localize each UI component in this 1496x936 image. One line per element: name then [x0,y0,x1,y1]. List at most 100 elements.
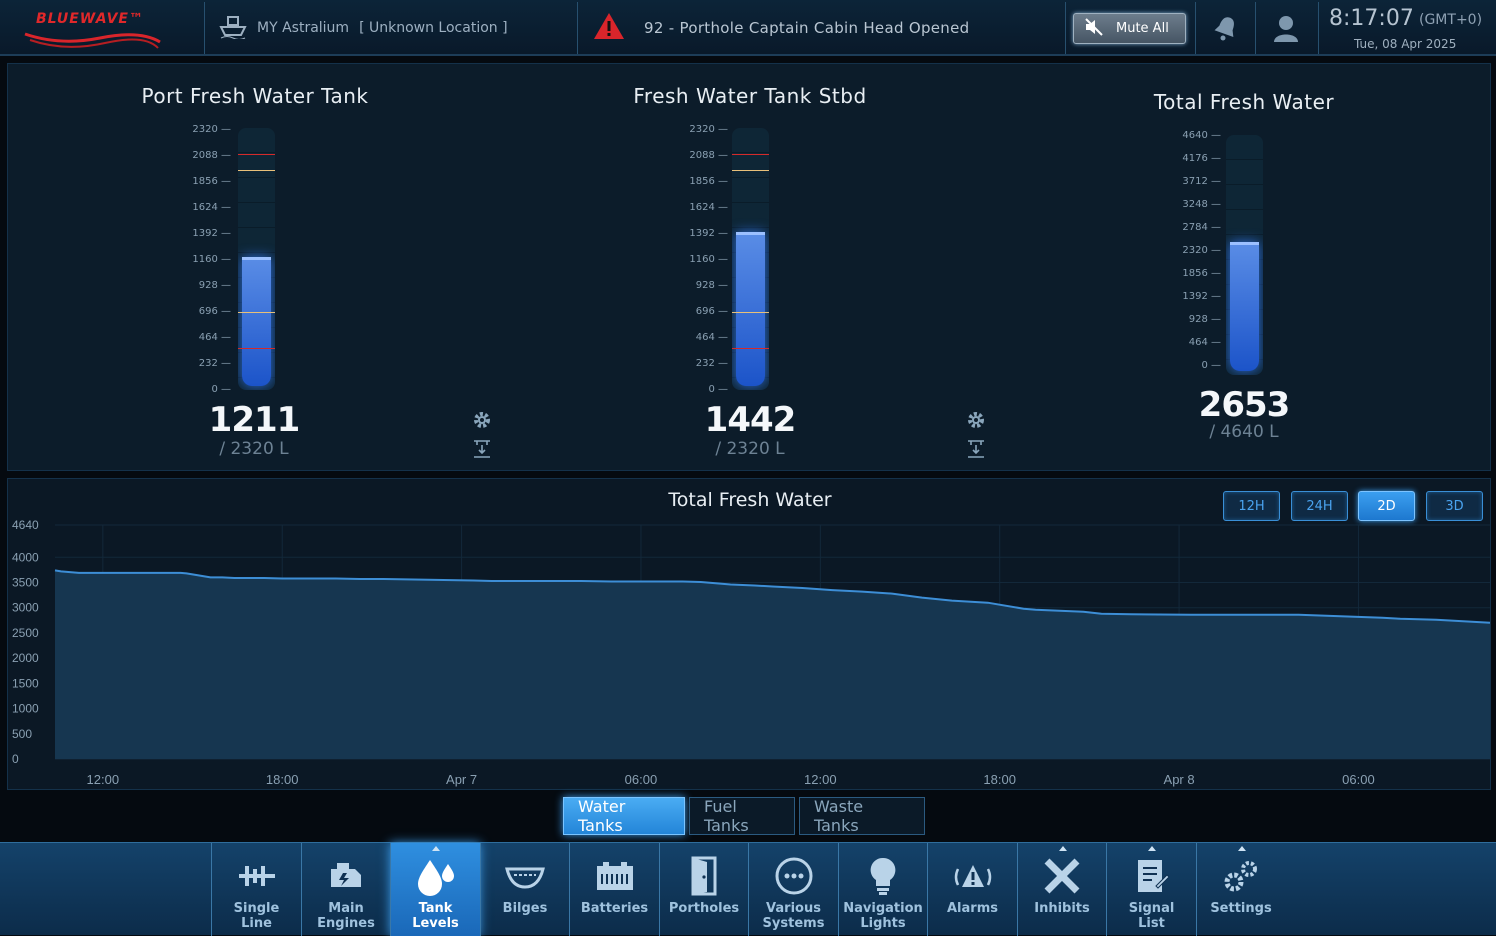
calibrate-icon[interactable] [471,439,493,459]
low-warning-line [238,312,275,313]
vessel-name: MY Astralium [257,20,350,36]
dots-icon [774,855,814,897]
x-tick-label: 12:00 [804,772,837,787]
y-tick-label: 3500 [12,575,39,589]
tank-gauge [1226,135,1263,375]
area-fill [55,570,1490,759]
clock: 8:17:07 (GMT+0) Tue, 08 Apr 2025 [1318,2,1496,54]
tank-capacity: / 2320 L [219,439,289,459]
tank-capacity: / 4640 L [1209,422,1279,442]
tab-waste-tanks[interactable]: Waste Tanks [799,797,925,835]
history-chart-panel: 4640 4000 3500 3000 2500 2000 1500 1000 500 0 12:0… [7,478,1491,790]
nav-label-line1: Navigation [843,901,923,916]
speaker-muted-icon [1084,17,1104,40]
x-tick-label: 18:00 [266,772,299,787]
nav-label-line2: List [1138,916,1165,931]
range-button-2d[interactable]: 2D [1358,491,1415,521]
tank-scale: 2320208818561624139211609286964642320 [191,125,231,395]
x-tick-label: 06:00 [625,772,658,787]
mute-all-label: Mute All [1116,21,1169,36]
scale-tick-label: 232 [696,359,728,369]
calibrate-icon[interactable] [965,439,987,459]
alarm-text: 92 - Porthole Captain Cabin Head Opened [644,19,970,37]
nav-item-various-systems[interactable]: Various Systems [748,843,838,936]
alarm-bell-button[interactable] [1195,2,1255,54]
mute-all-button[interactable]: Mute All [1073,13,1186,44]
scale-tick-label: 1160 [192,255,231,265]
nav-item-alarms[interactable]: Alarms [927,843,1017,936]
tank-title: Total Fresh Water [1153,90,1335,114]
scale-tick-label: 2320 [689,125,728,135]
logo: BLUEWAVE™ [0,2,205,54]
y-tick-label: 500 [12,727,32,741]
tank-fill [736,232,765,386]
active-alarm[interactable]: 92 - Porthole Captain Cabin Head Opened [578,2,1066,54]
range-button-12h[interactable]: 12H [1223,491,1280,521]
tank-fill [242,257,271,386]
nav-item-tank-levels[interactable]: Tank Levels [390,843,480,936]
nav-item-single-line[interactable]: Single Line [211,843,301,936]
tab-fuel-tanks[interactable]: Fuel Tanks [689,797,795,835]
scale-tick-label: 1856 [192,177,231,187]
nav-item-navigation-lights[interactable]: Navigation Lights [837,843,928,936]
scale-tick-label: 928 [696,281,728,291]
nav-item-portholes[interactable]: Portholes [658,843,749,936]
vessel-info[interactable]: MY Astralium [ Unknown Location ] [205,2,578,54]
gear-icon[interactable] [965,409,987,431]
tank-gauges-panel: Port Fresh Water Tank 232020881856162413… [7,63,1491,471]
clock-date: Tue, 08 Apr 2025 [1354,37,1457,51]
user-button[interactable] [1255,2,1315,54]
warning-icon [592,11,626,45]
tank-scale: 464041763712324827842320185613929284640 [1181,131,1221,371]
nav-item-label: Settings [1210,901,1271,916]
nav-item-main-engines[interactable]: Main Engines [300,843,391,936]
low-alarm-line [238,348,275,349]
x-tick-label: Apr 7 [446,772,477,787]
tab-water-tanks[interactable]: Water Tanks [563,797,685,835]
nav-label-line1: Main [328,901,364,916]
submenu-caret-icon [1148,846,1156,851]
high-warning-line [732,170,769,171]
nav-item-bilges[interactable]: Bilges [479,843,570,936]
low-alarm-line [732,348,769,349]
nav-label-line2: Systems [762,916,825,931]
high-warning-line [238,170,275,171]
nav-label-line2: Line [241,916,272,931]
nav-item-batteries[interactable]: Batteries [569,843,659,936]
nav-label-line1: Bilges [502,901,548,916]
nav-item-label: Portholes [669,901,739,916]
top-bar: BLUEWAVE™ MY Astralium [ Unknown Locatio… [0,0,1496,56]
ship-icon [219,13,247,43]
signal-list-icon [1134,855,1170,897]
gear-icon[interactable] [471,409,493,431]
scale-tick-label: 0 [1201,361,1221,371]
tank-gauge [238,128,275,390]
scale-tick-label: 2320 [1182,246,1221,256]
scale-tick-label: 4640 [1182,131,1221,141]
y-tick-label: 0 [12,752,19,766]
range-button-3d[interactable]: 3D [1426,491,1483,521]
y-tick-label: 1500 [12,676,39,690]
y-tick-label: 4640 [12,518,39,532]
range-button-24h[interactable]: 24H [1291,491,1348,521]
nav-label-line1: Various [766,901,821,916]
user-icon [1273,16,1298,42]
bottom-navigation: Single Line Main Engines Tank Levels Bilges Bat… [0,842,1496,936]
tank-level-value: 1442 [704,400,797,440]
nav-item-signal-list[interactable]: Signal List [1106,843,1196,936]
y-tick-label: 1000 [12,702,39,716]
nav-item-inhibits[interactable]: Inhibits [1016,843,1107,936]
nav-item-settings[interactable]: Settings [1195,843,1286,936]
battery-icon [595,855,635,897]
y-tick-label: 4000 [12,550,39,564]
nav-label-line2: Levels [412,916,459,931]
nav-label-line1: Settings [1210,901,1272,916]
nav-item-label: Single Line [234,901,280,931]
high-alarm-line [732,154,769,155]
nav-label-line1: Single [233,901,280,916]
tank-title: Fresh Water Tank Stbd [633,84,867,108]
nav-label-line1: Batteries [580,901,649,916]
tank-tools [471,409,495,463]
submenu-caret-icon [432,846,440,851]
nav-label-line1: Inhibits [1034,901,1090,916]
